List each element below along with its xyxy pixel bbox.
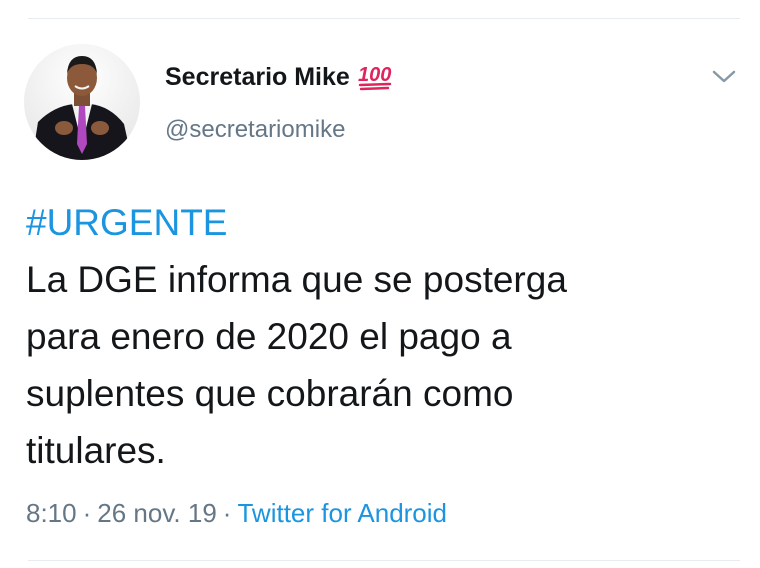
- avatar[interactable]: [24, 44, 140, 160]
- hashtag-link[interactable]: #URGENTE: [26, 194, 726, 251]
- tweet-text: #URGENTE La DGE informa que se posterga …: [26, 194, 726, 479]
- hundred-points-emoji-icon: 100: [358, 62, 392, 92]
- chevron-down-icon[interactable]: [710, 64, 738, 88]
- tweet-meta: 8:10 · 26 nov. 19 · Twitter for Android: [26, 498, 447, 529]
- tweet-line: suplentes que cobrarán como: [26, 373, 514, 414]
- avatar-photo: [24, 44, 140, 160]
- tweet-source-link[interactable]: Twitter for Android: [237, 498, 447, 528]
- svg-text:100: 100: [358, 64, 391, 86]
- tweet-line: para enero de 2020 el pago a: [26, 316, 512, 357]
- bottom-divider: [28, 560, 740, 561]
- author-username[interactable]: @secretariomike: [165, 116, 345, 144]
- tweet-time[interactable]: 8:10: [26, 498, 77, 528]
- tweet-line: La DGE informa que se posterga: [26, 259, 567, 300]
- top-divider: [28, 18, 740, 19]
- meta-separator: ·: [82, 498, 92, 528]
- tweet-date[interactable]: 26 nov. 19: [97, 498, 217, 528]
- meta-separator: ·: [222, 498, 232, 528]
- tweet-line: titulares.: [26, 430, 166, 471]
- author-display-name-row[interactable]: Secretario Mike 100: [165, 62, 392, 92]
- author-display-name[interactable]: Secretario Mike: [165, 63, 350, 92]
